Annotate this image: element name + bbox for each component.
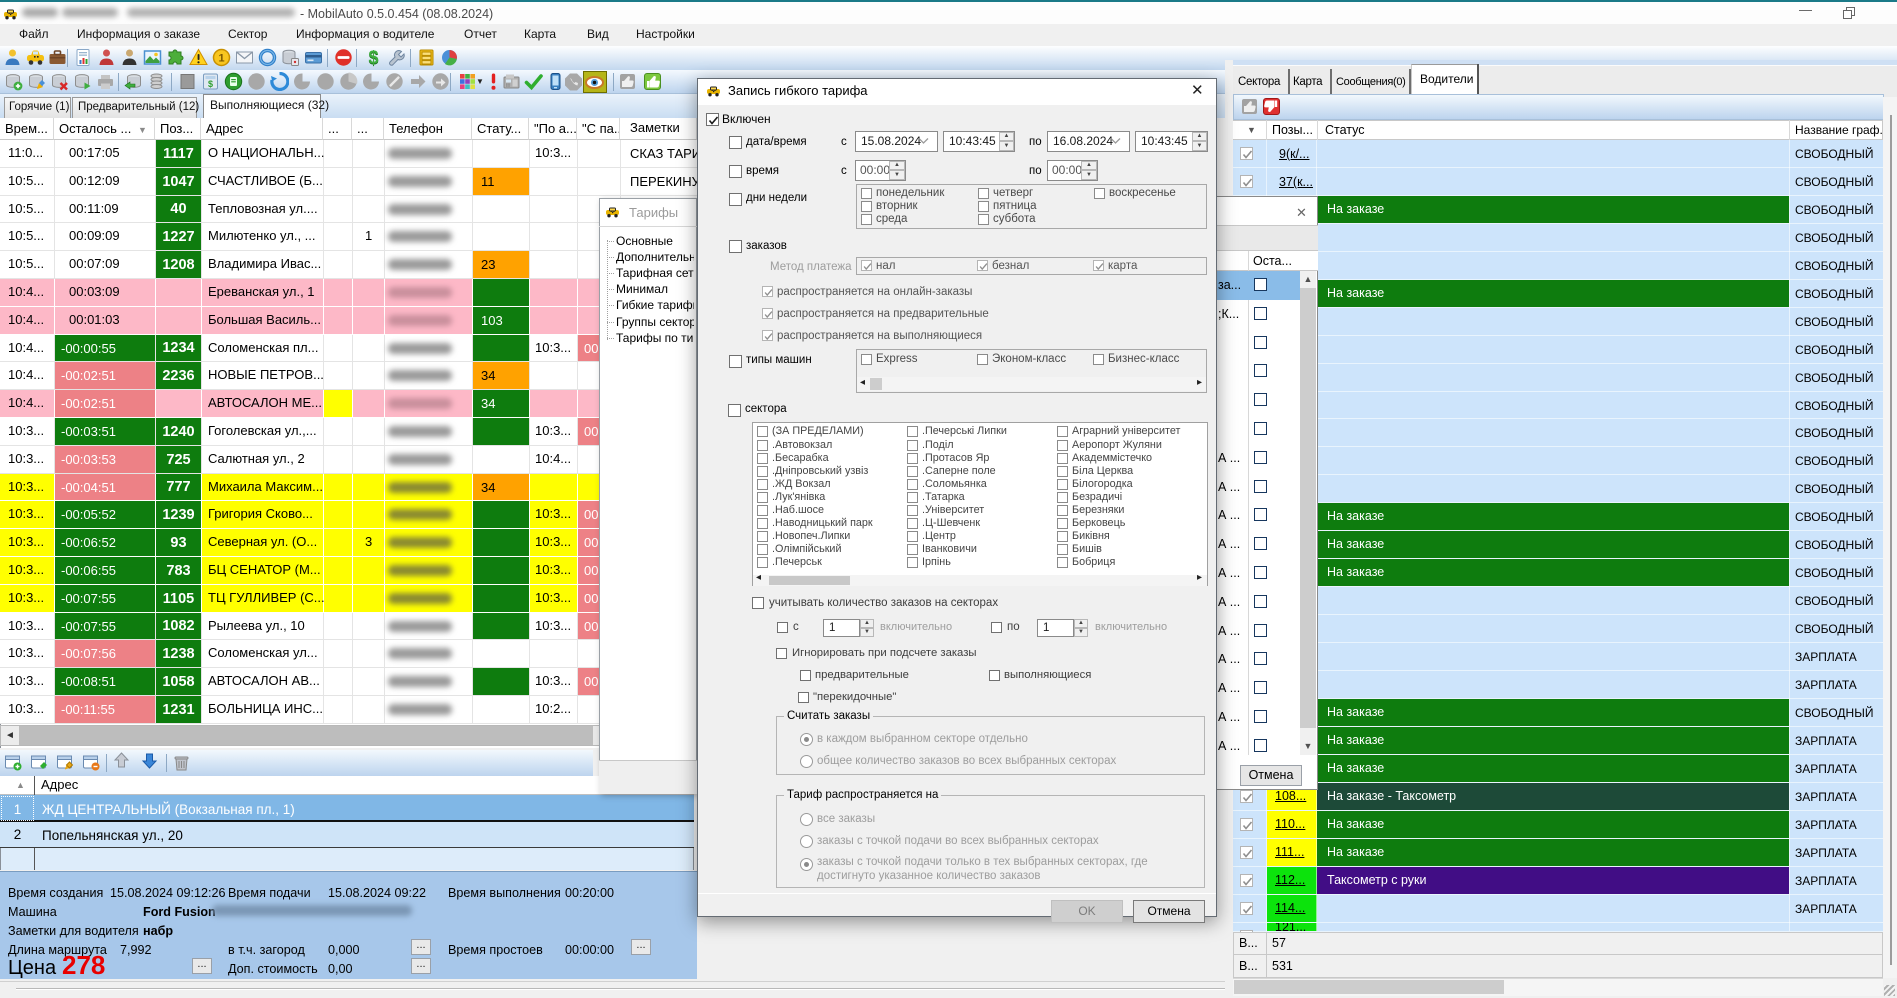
svg-text:$: $ (368, 48, 378, 67)
svg-text:1: 1 (218, 53, 224, 65)
svg-text:$: $ (208, 79, 213, 89)
